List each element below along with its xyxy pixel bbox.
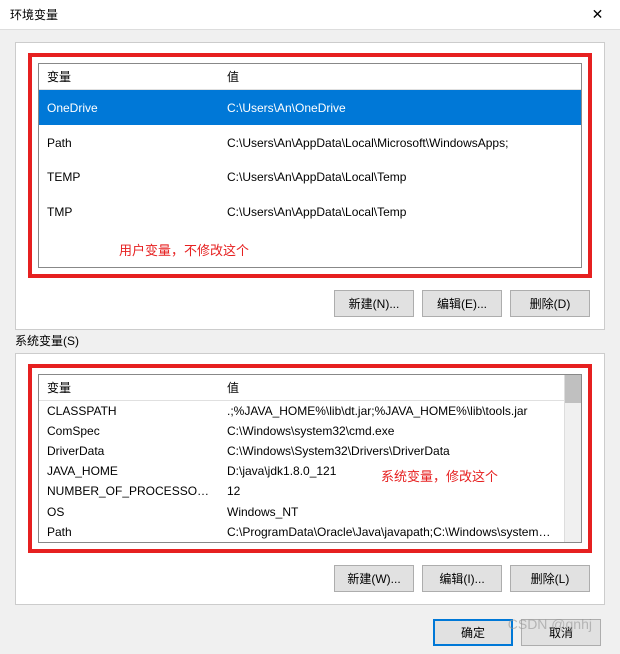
col-variable[interactable]: 变量 xyxy=(39,375,219,401)
user-annotation: 用户变量，不修改这个 xyxy=(39,230,581,267)
var-name: TEMP xyxy=(39,160,219,195)
var-value: Windows_NT xyxy=(219,502,564,522)
var-name: OneDrive xyxy=(39,90,219,126)
system-buttons: 新建(W)... 编辑(I)... 删除(L) xyxy=(28,561,592,592)
system-annotation: 系统变量，修改这个 xyxy=(381,466,498,485)
table-row[interactable]: ComSpecC:\Windows\system32\cmd.exe xyxy=(39,421,564,441)
col-value[interactable]: 值 xyxy=(219,375,564,401)
system-variables-highlight: 变量 值 CLASSPATH.;%JAVA_HOME%\lib\dt.jar;%… xyxy=(28,364,592,554)
table-row[interactable]: PathC:\ProgramData\Oracle\Java\javapath;… xyxy=(39,522,564,542)
table-row[interactable]: OSWindows_NT xyxy=(39,502,564,522)
var-name: JAVA_HOME xyxy=(39,461,219,481)
user-delete-button[interactable]: 删除(D) xyxy=(510,290,590,317)
var-name: OS xyxy=(39,502,219,522)
cancel-button[interactable]: 取消 xyxy=(521,619,601,646)
table-row[interactable]: DriverDataC:\Windows\System32\Drivers\Dr… xyxy=(39,441,564,461)
var-value: C:\Users\An\AppData\Local\Temp xyxy=(219,160,581,195)
var-name: CLASSPATH xyxy=(39,400,219,421)
close-icon: ✕ xyxy=(592,6,604,23)
user-variables-highlight: 变量 值 OneDriveC:\Users\An\OneDrivePathC:\… xyxy=(28,53,592,278)
ok-button[interactable]: 确定 xyxy=(433,619,513,646)
var-name: NUMBER_OF_PROCESSORS xyxy=(39,481,219,501)
scrollbar[interactable] xyxy=(564,375,581,543)
dialog-content: 变量 值 OneDriveC:\Users\An\OneDrivePathC:\… xyxy=(0,30,620,654)
user-new-button[interactable]: 新建(N)... xyxy=(334,290,414,317)
close-button[interactable]: ✕ xyxy=(575,0,620,30)
table-row[interactable]: CLASSPATH.;%JAVA_HOME%\lib\dt.jar;%JAVA_… xyxy=(39,400,564,421)
var-name: Path xyxy=(39,125,219,160)
var-value: C:\Windows\System32\Drivers\DriverData xyxy=(219,441,564,461)
var-value: C:\Users\An\AppData\Local\Microsoft\Wind… xyxy=(219,125,581,160)
var-value: C:\Users\An\OneDrive xyxy=(219,90,581,126)
col-variable[interactable]: 变量 xyxy=(39,64,219,90)
var-value: C:\Users\An\AppData\Local\Temp xyxy=(219,195,581,230)
var-value: C:\Windows\system32\cmd.exe xyxy=(219,421,564,441)
table-row[interactable]: TEMPC:\Users\An\AppData\Local\Temp xyxy=(39,160,581,195)
system-variables-table: 变量 值 CLASSPATH.;%JAVA_HOME%\lib\dt.jar;%… xyxy=(38,374,582,544)
system-edit-button[interactable]: 编辑(I)... xyxy=(422,565,502,592)
scroll-thumb[interactable] xyxy=(565,375,581,403)
titlebar: 环境变量 ✕ xyxy=(0,0,620,30)
col-value[interactable]: 值 xyxy=(219,64,581,90)
system-variables-panel: 变量 值 CLASSPATH.;%JAVA_HOME%\lib\dt.jar;%… xyxy=(15,353,605,606)
user-edit-button[interactable]: 编辑(E)... xyxy=(422,290,502,317)
system-section-label: 系统变量(S) xyxy=(15,332,605,349)
system-section-text: 系统变量(S) xyxy=(15,334,79,348)
system-new-button[interactable]: 新建(W)... xyxy=(334,565,414,592)
table-row[interactable]: OneDriveC:\Users\An\OneDrive xyxy=(39,90,581,126)
var-name: Path xyxy=(39,522,219,542)
var-name: TMP xyxy=(39,195,219,230)
table-row[interactable]: TMPC:\Users\An\AppData\Local\Temp xyxy=(39,195,581,230)
user-buttons: 新建(N)... 编辑(E)... 删除(D) xyxy=(28,286,592,317)
dialog-footer: 确定 取消 xyxy=(15,605,605,646)
system-delete-button[interactable]: 删除(L) xyxy=(510,565,590,592)
var-value: C:\ProgramData\Oracle\Java\javapath;C:\W… xyxy=(219,522,564,542)
var-name: DriverData xyxy=(39,441,219,461)
var-name: ComSpec xyxy=(39,421,219,441)
window-title: 环境变量 xyxy=(10,6,58,23)
user-variables-table: 变量 值 OneDriveC:\Users\An\OneDrivePathC:\… xyxy=(38,63,582,268)
user-variables-panel: 变量 值 OneDriveC:\Users\An\OneDrivePathC:\… xyxy=(15,42,605,330)
var-value: .;%JAVA_HOME%\lib\dt.jar;%JAVA_HOME%\lib… xyxy=(219,400,564,421)
table-row[interactable]: PathC:\Users\An\AppData\Local\Microsoft\… xyxy=(39,125,581,160)
